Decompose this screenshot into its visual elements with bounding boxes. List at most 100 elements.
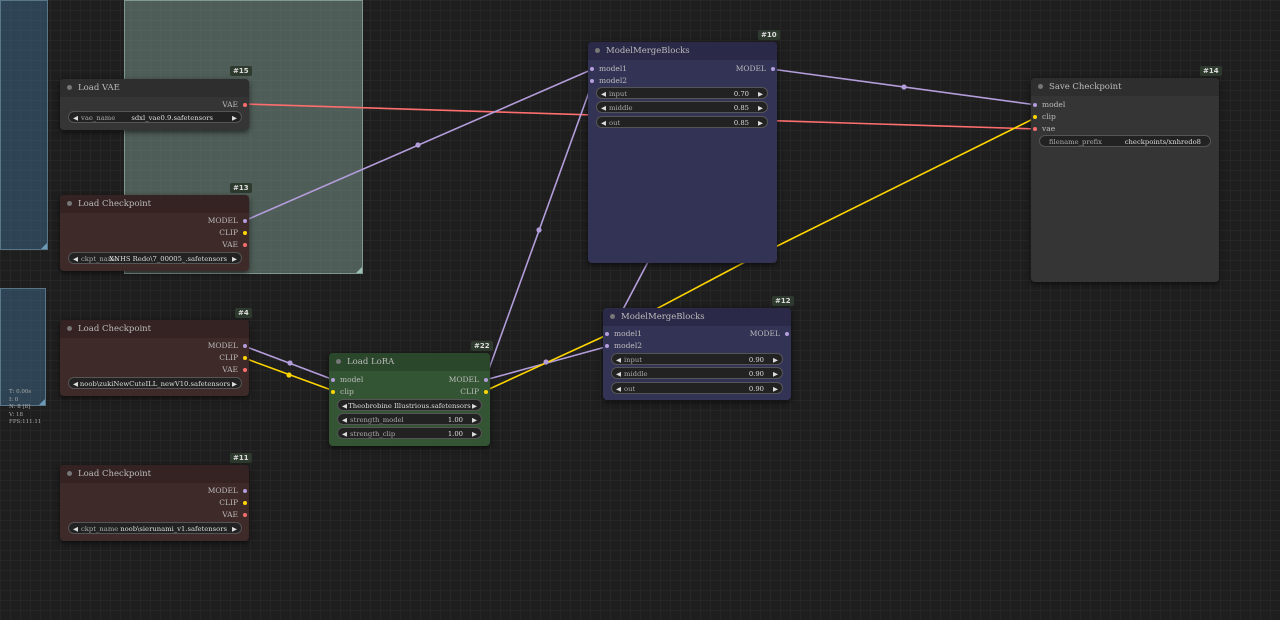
- collapse-dot-icon[interactable]: [67, 201, 72, 206]
- arrow-right-icon[interactable]: ▶: [232, 112, 237, 124]
- arrow-left-icon[interactable]: ◀: [73, 253, 78, 265]
- port-dot-icon[interactable]: [243, 219, 247, 223]
- node-load-checkpoint-13[interactable]: Load Checkpoint MODEL CLIP VAE ◀ ckpt_na…: [60, 195, 249, 271]
- collapse-dot-icon[interactable]: [595, 48, 600, 53]
- input-model2[interactable]: model2: [605, 341, 642, 351]
- arrow-left-icon[interactable]: ◀: [342, 428, 347, 440]
- arrow-right-icon[interactable]: ▶: [773, 354, 778, 366]
- collapse-dot-icon[interactable]: [610, 314, 615, 319]
- arrow-left-icon[interactable]: ◀: [616, 383, 621, 395]
- arrow-left-icon[interactable]: ◀: [73, 523, 78, 535]
- arrow-left-icon[interactable]: ◀: [73, 112, 78, 124]
- number-strength-clip[interactable]: ◀ strength_clip 1.00 ▶: [337, 427, 482, 439]
- node-load-checkpoint-4[interactable]: Load Checkpoint MODEL CLIP VAE ◀ noob\zu…: [60, 320, 249, 396]
- node-load-vae[interactable]: Load VAE VAE ◀ vae_name sdxl_vae0.9.safe…: [60, 79, 249, 130]
- output-clip[interactable]: CLIP: [219, 498, 247, 508]
- output-clip[interactable]: CLIP: [219, 353, 247, 363]
- port-dot-icon[interactable]: [243, 368, 247, 372]
- number-input[interactable]: ◀ input 0.90 ▶: [611, 353, 783, 365]
- output-model[interactable]: MODEL: [208, 486, 247, 496]
- node-title[interactable]: Load LoRA: [329, 353, 490, 371]
- node-title[interactable]: Load VAE: [60, 79, 249, 97]
- combo-vae-name[interactable]: ◀ vae_name sdxl_vae0.9.safetensors ▶: [68, 111, 242, 123]
- number-out[interactable]: ◀ out 0.85 ▶: [596, 116, 768, 128]
- port-dot-icon[interactable]: [1033, 115, 1037, 119]
- input-vae[interactable]: vae: [1033, 124, 1055, 134]
- collapse-dot-icon[interactable]: [67, 85, 72, 90]
- port-dot-icon[interactable]: [785, 332, 789, 336]
- arrow-right-icon[interactable]: ▶: [773, 383, 778, 395]
- arrow-right-icon[interactable]: ▶: [758, 88, 763, 100]
- output-model[interactable]: MODEL: [750, 329, 789, 339]
- output-clip[interactable]: CLIP: [219, 228, 247, 238]
- input-model2[interactable]: model2: [590, 76, 627, 86]
- number-strength-model[interactable]: ◀ strength_model 1.00 ▶: [337, 413, 482, 425]
- port-dot-icon[interactable]: [243, 356, 247, 360]
- collapse-dot-icon[interactable]: [1038, 84, 1043, 89]
- node-save-checkpoint[interactable]: Save Checkpoint model clip vae filename_…: [1031, 78, 1219, 282]
- text-filename-prefix[interactable]: filename_prefix checkpoints/xnhredo8: [1039, 135, 1211, 147]
- port-dot-icon[interactable]: [605, 344, 609, 348]
- port-dot-icon[interactable]: [590, 79, 594, 83]
- port-dot-icon[interactable]: [484, 378, 488, 382]
- port-dot-icon[interactable]: [771, 67, 775, 71]
- number-out[interactable]: ◀ out 0.90 ▶: [611, 382, 783, 394]
- arrow-right-icon[interactable]: ▶: [232, 523, 237, 535]
- node-title[interactable]: Load Checkpoint: [60, 195, 249, 213]
- output-model[interactable]: MODEL: [449, 375, 488, 385]
- arrow-left-icon[interactable]: ◀: [601, 88, 606, 100]
- arrow-left-icon[interactable]: ◀: [616, 368, 621, 380]
- input-model1[interactable]: model1: [590, 64, 627, 74]
- output-vae[interactable]: VAE: [222, 365, 247, 375]
- arrow-left-icon[interactable]: ◀: [601, 102, 606, 114]
- output-model[interactable]: MODEL: [736, 64, 775, 74]
- arrow-left-icon[interactable]: ◀: [616, 354, 621, 366]
- node-load-checkpoint-11[interactable]: Load Checkpoint MODEL CLIP VAE ◀ ckpt_na…: [60, 465, 249, 541]
- input-model[interactable]: model: [1033, 100, 1065, 110]
- input-model[interactable]: model: [331, 375, 363, 385]
- combo-ckpt-name[interactable]: ◀ ckpt_name noob\sierunami_v1.safetensor…: [68, 522, 242, 534]
- node-title[interactable]: ModelMergeBlocks: [603, 308, 791, 326]
- combo-lora-name[interactable]: ◀ Theobrobine Illustrious.safetensors ▶: [337, 399, 482, 411]
- output-model[interactable]: MODEL: [208, 341, 247, 351]
- output-model[interactable]: MODEL: [208, 216, 247, 226]
- port-dot-icon[interactable]: [243, 344, 247, 348]
- arrow-right-icon[interactable]: ▶: [773, 368, 778, 380]
- arrow-right-icon[interactable]: ▶: [472, 414, 477, 426]
- node-title[interactable]: Load Checkpoint: [60, 320, 249, 338]
- node-load-lora[interactable]: Load LoRA model clip MODEL CLIP ◀ Theobr…: [329, 353, 490, 446]
- output-vae[interactable]: VAE: [222, 100, 247, 110]
- port-dot-icon[interactable]: [331, 378, 335, 382]
- node-title[interactable]: ModelMergeBlocks: [588, 42, 777, 60]
- output-clip[interactable]: CLIP: [460, 387, 488, 397]
- collapse-dot-icon[interactable]: [67, 471, 72, 476]
- port-dot-icon[interactable]: [605, 332, 609, 336]
- input-model1[interactable]: model1: [605, 329, 642, 339]
- input-clip[interactable]: clip: [331, 387, 354, 397]
- number-middle[interactable]: ◀ middle 0.85 ▶: [596, 101, 768, 113]
- port-dot-icon[interactable]: [484, 390, 488, 394]
- arrow-right-icon[interactable]: ▶: [758, 117, 763, 129]
- arrow-right-icon[interactable]: ▶: [472, 400, 477, 412]
- port-dot-icon[interactable]: [243, 103, 247, 107]
- port-dot-icon[interactable]: [590, 67, 594, 71]
- arrow-right-icon[interactable]: ▶: [758, 102, 763, 114]
- input-clip[interactable]: clip: [1033, 112, 1056, 122]
- node-title[interactable]: Load Checkpoint: [60, 465, 249, 483]
- collapse-dot-icon[interactable]: [67, 326, 72, 331]
- port-dot-icon[interactable]: [243, 501, 247, 505]
- arrow-right-icon[interactable]: ▶: [232, 253, 237, 265]
- combo-ckpt-name[interactable]: ◀ noob\zukiNewCuteILL_newV10.safetensors…: [68, 377, 242, 389]
- collapse-dot-icon[interactable]: [336, 359, 341, 364]
- port-dot-icon[interactable]: [1033, 127, 1037, 131]
- arrow-right-icon[interactable]: ▶: [472, 428, 477, 440]
- number-input[interactable]: ◀ input 0.70 ▶: [596, 87, 768, 99]
- node-model-merge-blocks-12[interactable]: ModelMergeBlocks model1 model2 MODEL ◀ i…: [603, 308, 791, 400]
- port-dot-icon[interactable]: [1033, 103, 1037, 107]
- port-dot-icon[interactable]: [243, 489, 247, 493]
- output-vae[interactable]: VAE: [222, 510, 247, 520]
- node-title[interactable]: Save Checkpoint: [1031, 78, 1219, 96]
- combo-ckpt-name[interactable]: ◀ ckpt_name XNHS Redo\7_00005_.safetenso…: [68, 252, 242, 264]
- node-model-merge-blocks-10[interactable]: ModelMergeBlocks model1 model2 MODEL ◀ i…: [588, 42, 777, 263]
- number-middle[interactable]: ◀ middle 0.90 ▶: [611, 367, 783, 379]
